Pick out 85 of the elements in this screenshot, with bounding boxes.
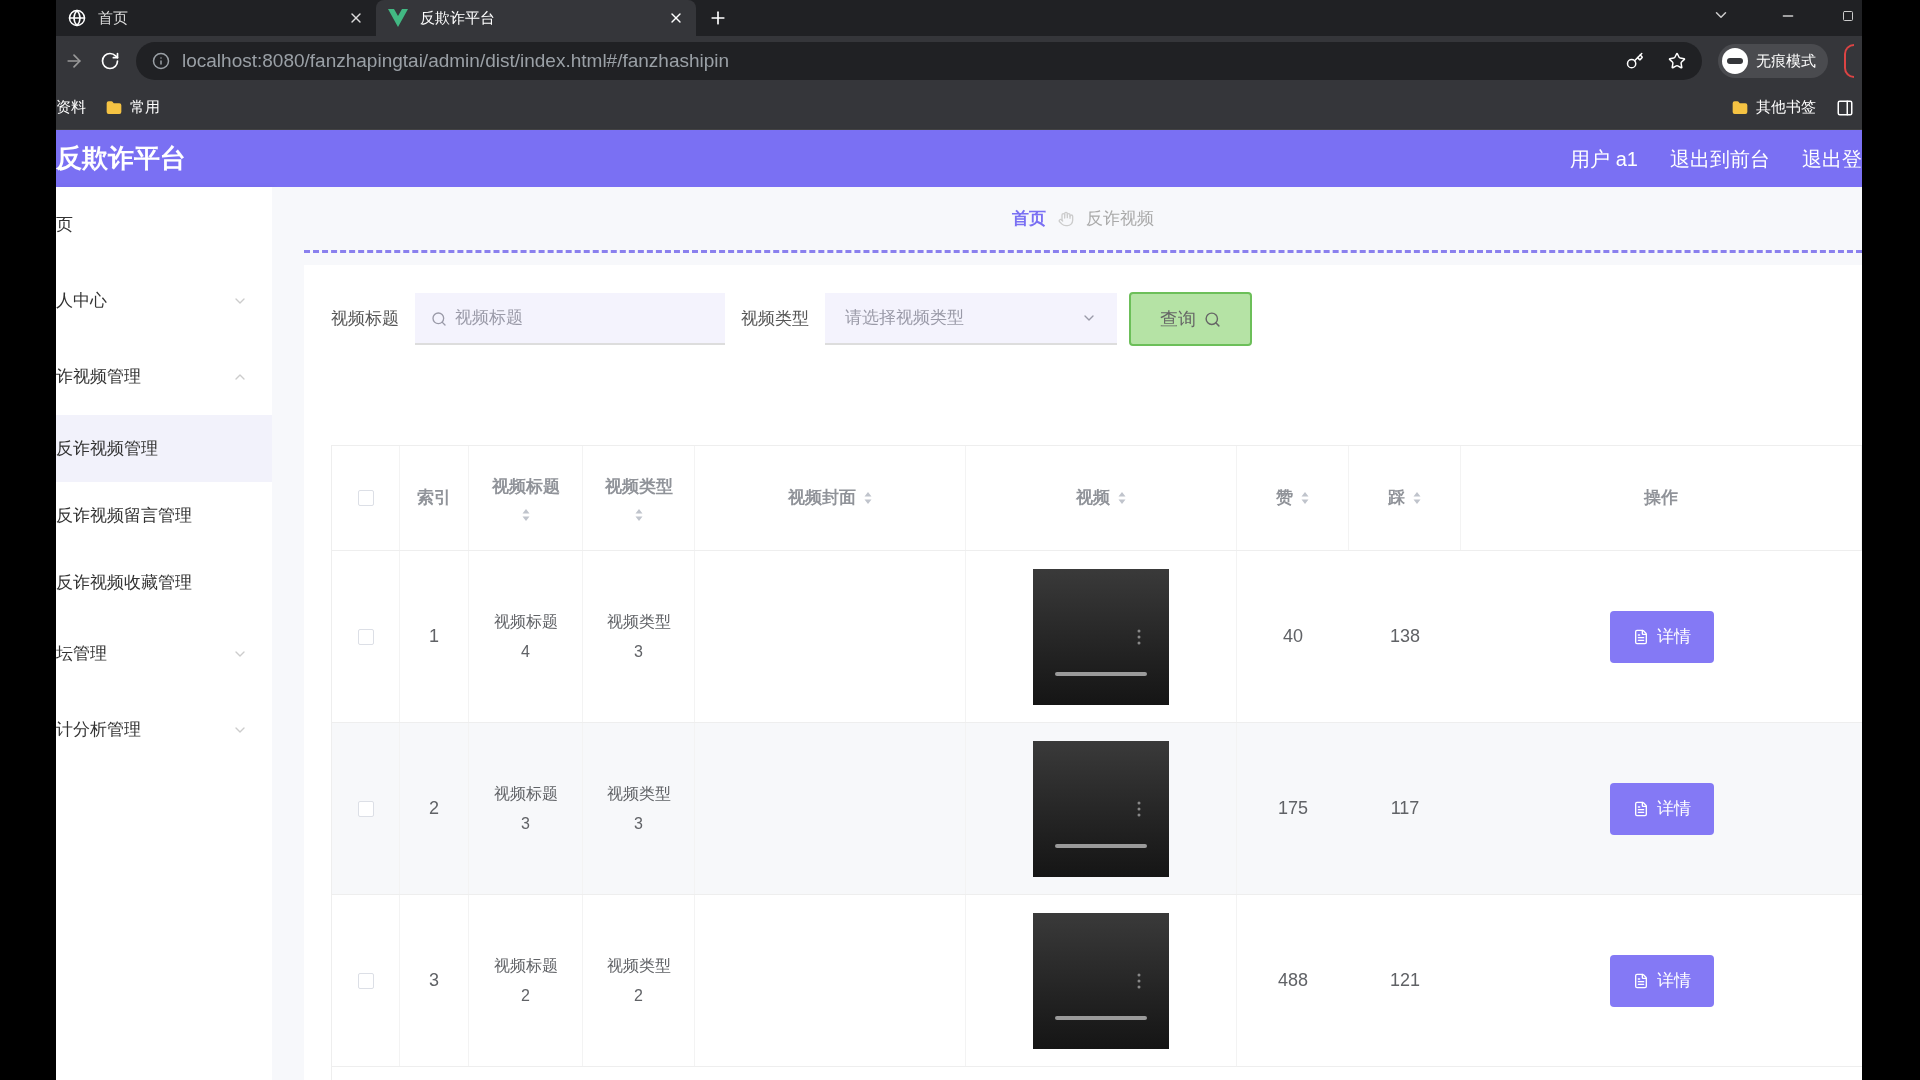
checkbox[interactable] bbox=[357, 628, 374, 645]
reload-icon[interactable] bbox=[100, 51, 120, 71]
browser-tab[interactable]: 首页 bbox=[56, 0, 376, 36]
column-header[interactable]: 索引 bbox=[417, 485, 451, 511]
table-cell-text: 3 bbox=[429, 969, 439, 992]
sidebar-item[interactable]: 人中心 bbox=[56, 263, 272, 339]
header-link[interactable]: 用户 a1 bbox=[1570, 143, 1638, 174]
column-header[interactable]: 操作 bbox=[1644, 485, 1678, 511]
video-player[interactable] bbox=[1033, 740, 1169, 877]
sidebar-label: 计分析管理 bbox=[56, 719, 142, 742]
document-icon bbox=[1632, 800, 1649, 817]
table-cell-text: 视频标题 2 bbox=[492, 955, 559, 1006]
checkbox[interactable] bbox=[357, 490, 374, 506]
folder-icon bbox=[1732, 99, 1748, 116]
table-cell-text: 488 bbox=[1277, 969, 1308, 992]
header-link[interactable]: 退出到前台 bbox=[1670, 143, 1770, 174]
table-cell-text: 138 bbox=[1389, 625, 1420, 648]
tab-title: 首页 bbox=[98, 7, 129, 28]
sidebar-item[interactable]: 诈视频管理 bbox=[56, 339, 272, 415]
incognito-icon bbox=[1722, 48, 1748, 74]
table-cell-text: 175 bbox=[1277, 797, 1308, 820]
table-cell-text: 视频类型 2 bbox=[605, 955, 672, 1006]
bookmark[interactable]: 常用 bbox=[106, 96, 160, 119]
document-icon bbox=[1632, 628, 1649, 645]
detail-button[interactable]: 详情 bbox=[1609, 954, 1714, 1007]
sidebar-item[interactable]: 计分析管理 bbox=[56, 692, 272, 768]
column-header[interactable]: 视频封面 bbox=[788, 485, 856, 511]
browser-tab[interactable]: 反欺诈平台 bbox=[376, 0, 696, 36]
table-cell-text: 117 bbox=[1390, 797, 1420, 820]
bookmark[interactable]: 其他书签 bbox=[1732, 96, 1816, 119]
globe-icon bbox=[68, 9, 86, 27]
avatar-icon[interactable] bbox=[1844, 44, 1854, 78]
hand-icon bbox=[1058, 210, 1074, 227]
select-field[interactable]: 请选择视频类型 bbox=[825, 293, 1117, 345]
reading-list-icon[interactable] bbox=[1836, 98, 1854, 117]
checkbox[interactable] bbox=[357, 800, 374, 817]
sidebar-label: 诈视频管理 bbox=[56, 366, 142, 389]
sidebar-label: 页 bbox=[56, 214, 74, 237]
bookmark[interactable]: 资料 bbox=[56, 96, 86, 119]
bookmark-star-icon[interactable] bbox=[1668, 52, 1686, 70]
search-field[interactable]: 视频标题 bbox=[415, 293, 725, 345]
detail-button[interactable]: 详情 bbox=[1609, 610, 1714, 663]
tab-title: 反欺诈平台 bbox=[420, 7, 496, 28]
url-text: localhost:8080/fanzhapingtai/admin/dist/index.html#/fanzhashipin bbox=[182, 48, 731, 73]
video-player[interactable] bbox=[1033, 568, 1169, 705]
document-icon bbox=[1632, 972, 1649, 989]
info-icon[interactable] bbox=[152, 52, 170, 70]
table-cell-text: 1 bbox=[429, 625, 439, 648]
field-label: 视频标题 bbox=[331, 308, 399, 331]
detail-button[interactable]: 详情 bbox=[1609, 782, 1714, 835]
address-field[interactable]: localhost:8080/fanzhapingtai/admin/dist/index.html#/fanzhashipin bbox=[136, 42, 1702, 80]
breadcrumb-item[interactable]: 首页 bbox=[1012, 205, 1046, 232]
column-header[interactable]: 赞 bbox=[1276, 485, 1293, 511]
table-cell-text: 视频类型 3 bbox=[605, 783, 672, 834]
table-cell-text: 视频标题 4 bbox=[492, 611, 559, 662]
logo-icon bbox=[388, 9, 408, 27]
column-header[interactable]: 踩 bbox=[1388, 485, 1405, 511]
maximize-icon[interactable] bbox=[1842, 10, 1854, 22]
checkbox[interactable] bbox=[357, 972, 374, 989]
table-cell-text: 2 bbox=[429, 797, 439, 820]
field-label: 视频类型 bbox=[741, 308, 809, 331]
submenu-item[interactable]: 反诈视频管理 bbox=[56, 415, 272, 482]
search-icon bbox=[431, 311, 447, 327]
table-cell-text: 121 bbox=[1389, 969, 1420, 992]
folder-icon bbox=[106, 99, 122, 116]
breadcrumb-item[interactable]: 反诈视频 bbox=[1086, 205, 1154, 232]
incognito-badge[interactable]: 无痕模式 bbox=[1718, 44, 1828, 78]
table-cell-text: 40 bbox=[1283, 625, 1303, 648]
sidebar-item[interactable]: 页 bbox=[56, 187, 272, 263]
table-cell-text: 视频类型 3 bbox=[605, 611, 672, 662]
app-title: 反欺诈平台 bbox=[56, 142, 186, 175]
key-icon[interactable] bbox=[1626, 52, 1644, 70]
video-player[interactable] bbox=[1033, 912, 1169, 1049]
column-header[interactable]: 视频类型 bbox=[604, 474, 673, 500]
sidebar-label: 人中心 bbox=[56, 290, 108, 313]
search-icon bbox=[1204, 310, 1221, 328]
table-cell-text: 视频标题 3 bbox=[492, 783, 559, 834]
query-button[interactable]: 查询 bbox=[1129, 292, 1252, 346]
header-link[interactable]: 退出登 bbox=[1802, 143, 1862, 174]
column-header[interactable]: 视频标题 bbox=[491, 474, 560, 500]
sidebar-label: 坛管理 bbox=[56, 643, 108, 666]
column-header[interactable]: 视频 bbox=[1076, 485, 1110, 511]
submenu-item[interactable]: 反诈视频收藏管理 bbox=[56, 549, 272, 616]
submenu-item[interactable]: 反诈视频留言管理 bbox=[56, 482, 272, 549]
sidebar-item[interactable]: 坛管理 bbox=[56, 616, 272, 692]
